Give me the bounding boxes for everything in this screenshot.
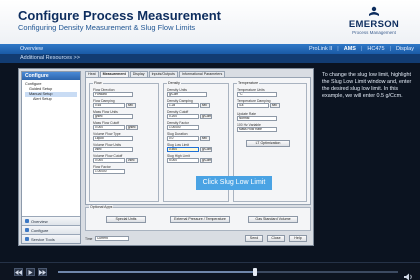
mass-flow-cutoff-unit: g/sec — [126, 125, 138, 130]
density-cutoff-unit: g/Ccm — [200, 114, 212, 119]
forward-button[interactable] — [38, 268, 47, 276]
volume-button[interactable] — [404, 268, 414, 280]
temperature-group-title: Temperature — [237, 81, 260, 85]
close-button[interactable]: Close — [267, 235, 285, 242]
brand-tagline: Process Management — [352, 30, 396, 35]
sidebar-button-label: Overview — [31, 218, 48, 224]
configure-icon — [25, 228, 29, 232]
nav-separator: | — [337, 45, 339, 52]
flow-direction-select[interactable]: Forward — [93, 92, 133, 97]
optional-apps-group: Optional Apps Special Units External Pre… — [85, 205, 311, 231]
temperature-damping-unit: sec — [270, 103, 280, 108]
density-damping-unit: sec — [200, 103, 210, 108]
page-subtitle: Configuring Density Measurement & Slug F… — [18, 23, 196, 32]
sidebar-button-configure[interactable]: Configure — [22, 225, 80, 234]
progress-fill — [58, 271, 256, 273]
time-select[interactable]: Current — [95, 236, 129, 241]
window-footer: Time Current Send Close Help — [85, 235, 311, 244]
top-nav: Overview ProLink II | AMS | HC475 | Disp… — [0, 44, 420, 54]
optional-apps-title: Optional Apps — [89, 205, 114, 209]
play-icon — [28, 269, 33, 275]
tutorial-frame: Configure Process Measurement Configurin… — [0, 0, 420, 280]
slug-low-limit-input[interactable]: 0.500 — [167, 147, 199, 152]
nav-link-hc475[interactable]: HC475 — [367, 46, 384, 52]
flow-group-title: Flow — [93, 81, 103, 85]
flow-factor-input[interactable]: 1.00000 — [93, 169, 125, 174]
brand-name: EMERSON — [348, 19, 400, 30]
instruction-text: To change the slug low limit, highlight … — [322, 72, 412, 99]
external-pressure-temperature-button[interactable]: External Pressure / Temperature — [170, 216, 230, 223]
density-units-select[interactable]: g/Ccm — [167, 92, 207, 97]
time-label: Time — [85, 237, 93, 241]
density-cutoff-input[interactable]: 0.200 — [167, 114, 199, 119]
emerson-logo: EMERSON Process Management — [338, 5, 410, 39]
volume-flow-type-select[interactable]: Liquid — [93, 136, 133, 141]
slug-duration-unit: sec — [200, 136, 210, 141]
rewind-button[interactable] — [14, 268, 23, 276]
nav-link-ams[interactable]: AMS — [344, 46, 356, 52]
service-tools-icon — [25, 237, 29, 241]
additional-resources-link[interactable]: Additional Resources >> — [20, 55, 80, 61]
sidebar-button-overview[interactable]: Overview — [22, 216, 80, 225]
slug-high-limit-unit: g/Ccm — [200, 158, 212, 163]
tree-item-alert-setup[interactable]: Alert Setup — [25, 97, 77, 102]
temperature-units-select[interactable]: °C — [237, 92, 277, 97]
sidebar-buttons: Overview Configure Service Tools — [22, 216, 80, 243]
click-callout: Click Slug Low Limit — [196, 176, 272, 190]
nav-separator: | — [360, 45, 363, 52]
density-group-title: Density — [167, 81, 181, 85]
volume-flow-cutoff-unit: l/sec — [126, 158, 138, 163]
sidebar-button-label: Configure — [31, 227, 49, 233]
nav-link-display[interactable]: Display — [396, 46, 414, 52]
header: Configure Process Measurement Configurin… — [0, 0, 420, 44]
volume-icon — [404, 273, 412, 280]
overview-icon — [25, 219, 29, 223]
sub-nav: Additional Resources >> — [0, 54, 420, 63]
emerson-logo-icon — [369, 6, 379, 16]
nav-overview[interactable]: Overview — [20, 46, 43, 52]
flow-damping-input[interactable]: 0.64 — [93, 103, 125, 108]
update-rate-var-select[interactable]: Mass Flow Rate — [237, 127, 277, 132]
sidebar-button-label: Service Tools — [31, 236, 55, 242]
temperature-damping-input[interactable]: 4.8 — [237, 103, 269, 108]
flow-damping-unit: sec — [126, 103, 136, 108]
volume-flow-cutoff-input[interactable]: 0.000 — [93, 158, 125, 163]
slug-low-limit-unit: g/Ccm — [200, 147, 212, 152]
slug-high-limit-input[interactable]: 5.000 — [167, 158, 199, 163]
volume-flow-units-select[interactable]: l/sec — [93, 147, 133, 152]
slug-duration-input[interactable]: 0.0 — [167, 136, 199, 141]
nav-link-prolink[interactable]: ProLink II — [309, 46, 332, 52]
gas-standard-volume-button[interactable]: Gas Standard Volume — [248, 216, 298, 223]
device-tree: Configure Guided Setup Manual Setup Aler… — [22, 80, 80, 104]
special-units-button[interactable]: Special Units — [106, 216, 146, 223]
sidebar-button-service-tools[interactable]: Service Tools — [22, 234, 80, 243]
density-damping-input[interactable]: 1.28 — [167, 103, 199, 108]
update-rate-select[interactable]: Normal — [237, 116, 277, 121]
config-main: Heat Measurement Display Inputs/Outputs … — [85, 71, 311, 233]
density-factor-input[interactable]: 1.00000 — [167, 125, 199, 130]
help-button[interactable]: Help — [289, 235, 307, 242]
sidebar-title: Configure — [22, 72, 80, 80]
page-title: Configure Process Measurement — [18, 8, 222, 23]
player-bar — [0, 262, 420, 280]
nav-links: ProLink II | AMS | HC475 | Display — [309, 46, 414, 52]
progress-handle[interactable] — [253, 268, 258, 276]
send-button[interactable]: Send — [245, 235, 263, 242]
sidebar: Configure Configure Guided Setup Manual … — [21, 71, 81, 244]
lt-optimization-button[interactable]: LT Optimization — [246, 140, 290, 147]
mass-flow-units-select[interactable]: g/sec — [93, 114, 133, 119]
rewind-icon — [15, 269, 22, 275]
progress-track[interactable] — [58, 271, 398, 273]
forward-icon — [39, 269, 46, 275]
nav-separator: | — [389, 45, 391, 52]
ams-window: Configure Configure Guided Setup Manual … — [18, 68, 314, 246]
mass-flow-cutoff-input[interactable]: 0.000 — [93, 125, 125, 130]
play-button[interactable] — [26, 268, 35, 276]
